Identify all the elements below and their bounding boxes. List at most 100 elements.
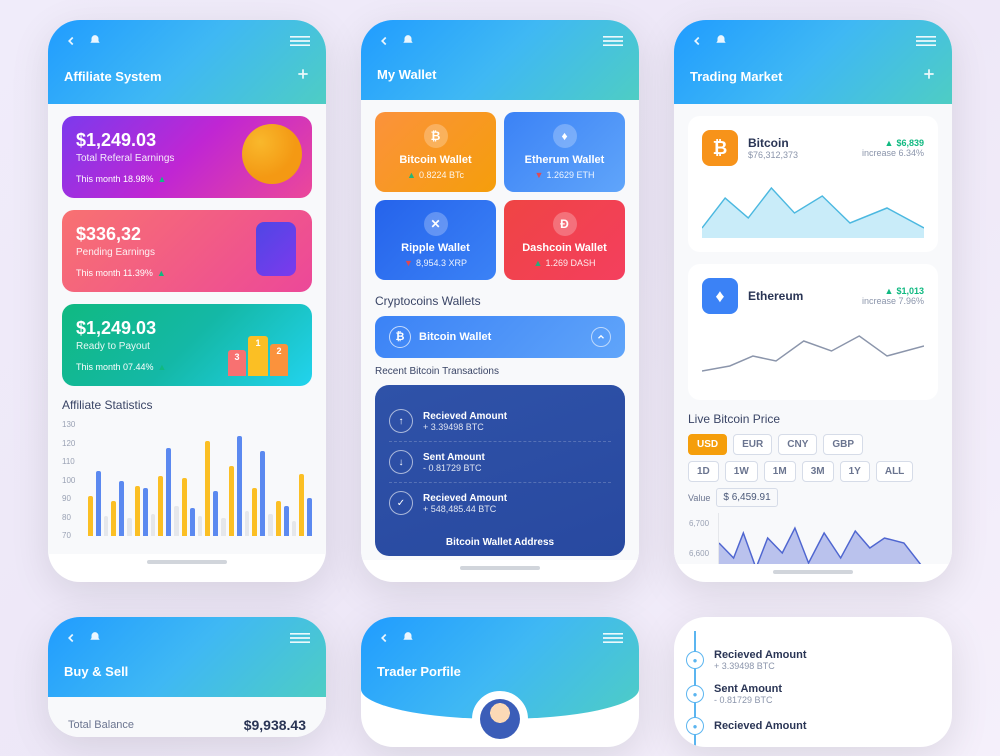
- wallet-amount: ▼8,954.3 XRP: [385, 258, 486, 268]
- coin-change-text: increase 7.96%: [862, 296, 924, 306]
- period-chip-1m[interactable]: 1M: [764, 461, 796, 482]
- avatar[interactable]: [472, 691, 528, 747]
- wallet-card-dashcoin[interactable]: Ð Dashcoin Wallet ▲1.269 DASH: [504, 200, 625, 280]
- back-icon[interactable]: [690, 34, 704, 53]
- phone-trading: Trading Market ₿ Bitcoin $76,312,373 ▲$6…: [674, 20, 952, 582]
- coin-name: Ethereum: [748, 289, 803, 303]
- dashcoin-icon: Ð: [553, 212, 577, 236]
- bell-icon[interactable]: [714, 34, 728, 53]
- transaction-row[interactable]: ↑Recieved Amount+ 3.39498 BTC: [389, 401, 611, 442]
- tx-icon: ↓: [389, 450, 413, 474]
- wallet-card-ethereum[interactable]: ♦ Etherum Wallet ▼1.2629 ETH: [504, 112, 625, 192]
- wallet-name: Etherum Wallet: [514, 154, 615, 166]
- transaction-row[interactable]: ↓ Sent Amount- 0.81729 BTC: [389, 442, 611, 483]
- wallet-amount: ▲1.269 DASH: [514, 258, 615, 268]
- podium-icon: 3 1 2: [228, 336, 298, 386]
- back-icon[interactable]: [377, 34, 391, 53]
- tx-label: Sent Amount: [714, 683, 782, 695]
- wallet-amount: ▼1.2629 ETH: [514, 170, 615, 180]
- page-title: Trader Porfile: [377, 664, 461, 679]
- person-icon: [480, 699, 520, 739]
- medal-icon: [242, 124, 302, 184]
- timeline-row[interactable]: ●Recieved Amount: [710, 711, 938, 741]
- menu-icon[interactable]: [290, 34, 310, 53]
- menu-icon[interactable]: [603, 631, 623, 650]
- tx-amount: + 548,485.44 BTC: [423, 504, 507, 514]
- currency-chip-eur[interactable]: EUR: [733, 434, 772, 455]
- coin-card-ethereum[interactable]: ♦ Ethereum ▲$1,013 increase 7.96%: [688, 264, 938, 400]
- phone-header: Buy & Sell: [48, 617, 326, 697]
- phone-transactions: ●Recieved Amount+ 3.39498 BTC●Sent Amoun…: [674, 617, 952, 747]
- coin-change: ▲$1,013: [862, 286, 924, 296]
- home-indicator: [147, 560, 227, 564]
- menu-icon[interactable]: [290, 631, 310, 650]
- phone-illustration: [256, 222, 296, 276]
- currency-chip-gbp[interactable]: GBP: [823, 434, 863, 455]
- tx-label: Recieved Amount: [714, 649, 807, 661]
- home-indicator: [773, 570, 853, 574]
- tx-label: Recieved Amount: [423, 411, 507, 422]
- phone-trader: Trader Porfile: [361, 617, 639, 747]
- live-price-chart: 6,700 6,600 6,500: [718, 513, 938, 564]
- plus-icon[interactable]: [922, 67, 936, 86]
- bitcoin-icon: ₿: [702, 130, 738, 166]
- period-chip-1d[interactable]: 1D: [688, 461, 719, 482]
- wallet-card-bitcoin[interactable]: ₿ Bitcoin Wallet ▲0.8224 BTc: [375, 112, 496, 192]
- timeline-dot-icon: ●: [686, 717, 704, 735]
- period-selector: 1D 1W 1M 3M 1Y ALL: [688, 461, 938, 482]
- affiliate-card-pending[interactable]: $336,32 Pending Earnings This month 11.3…: [62, 210, 312, 292]
- home-indicator: [460, 566, 540, 570]
- bell-icon[interactable]: [401, 631, 415, 650]
- phone-wallet: My Wallet ₿ Bitcoin Wallet ▲0.8224 BTc ♦…: [361, 20, 639, 582]
- tx-icon: ✓: [389, 491, 413, 515]
- back-icon[interactable]: [64, 34, 78, 53]
- currency-chip-usd[interactable]: USD: [688, 434, 727, 455]
- btc-area-chart: [702, 178, 924, 238]
- transaction-panel: ↑Recieved Amount+ 3.39498 BTC↓Sent Amoun…: [375, 385, 625, 556]
- coin-change: ▲$6,839: [862, 138, 924, 148]
- page-title: Trading Market: [690, 69, 782, 84]
- menu-icon[interactable]: [603, 34, 623, 53]
- tx-icon: ↑: [389, 409, 413, 433]
- balance-amount: $9,938.43: [244, 717, 306, 733]
- live-price-title: Live Bitcoin Price: [688, 412, 938, 426]
- timeline-row[interactable]: ●Sent Amount- 0.81729 BTC: [710, 677, 938, 711]
- tx-amount: - 0.81729 BTC: [423, 463, 485, 473]
- period-chip-1w[interactable]: 1W: [725, 461, 758, 482]
- wallet-card-ripple[interactable]: ✕ Ripple Wallet ▼8,954.3 XRP: [375, 200, 496, 280]
- bell-icon[interactable]: [401, 34, 415, 53]
- wallet-amount: ▲0.8224 BTc: [385, 170, 486, 180]
- back-icon[interactable]: [64, 631, 78, 650]
- value-amount: $ 6,459.91: [716, 488, 777, 507]
- ethereum-icon: ♦: [553, 124, 577, 148]
- chevron-up-icon: [591, 327, 611, 347]
- tx-label: Recieved Amount: [714, 720, 807, 732]
- accordion-label: Bitcoin Wallet: [419, 331, 491, 343]
- period-chip-1y[interactable]: 1Y: [840, 461, 870, 482]
- coin-card-bitcoin[interactable]: ₿ Bitcoin $76,312,373 ▲$6,839 increase 6…: [688, 116, 938, 252]
- value-display: Value $ 6,459.91: [688, 488, 938, 507]
- accordion-bitcoin-wallet[interactable]: ₿ Bitcoin Wallet: [375, 316, 625, 358]
- phone-buysell: Buy & Sell Total Balance $9,938.43: [48, 617, 326, 737]
- bell-icon[interactable]: [88, 631, 102, 650]
- coin-price: $76,312,373: [748, 150, 798, 160]
- transaction-timeline: ●Recieved Amount+ 3.39498 BTC●Sent Amoun…: [694, 631, 952, 747]
- timeline-row[interactable]: ●Recieved Amount+ 3.39498 BTC: [710, 643, 938, 677]
- period-chip-all[interactable]: ALL: [876, 461, 913, 482]
- section-title: Cryptocoins Wallets: [375, 294, 625, 308]
- plus-icon[interactable]: [296, 67, 310, 86]
- balance-label: Total Balance: [68, 719, 134, 731]
- tx-amount: + 3.39498 BTC: [714, 661, 807, 671]
- currency-chip-cny[interactable]: CNY: [778, 434, 817, 455]
- period-chip-3m[interactable]: 3M: [802, 461, 834, 482]
- wallet-name: Dashcoin Wallet: [514, 242, 615, 254]
- menu-icon[interactable]: [916, 34, 936, 53]
- phone-affiliate: Affiliate System $1,249.03 Total Referal…: [48, 20, 326, 582]
- bell-icon[interactable]: [88, 34, 102, 53]
- phone-header: My Wallet: [361, 20, 639, 100]
- affiliate-card-payout[interactable]: $1,249.03 Ready to Payout This month 07.…: [62, 304, 312, 386]
- affiliate-card-referral[interactable]: $1,249.03 Total Referal Earnings This mo…: [62, 116, 312, 198]
- back-icon[interactable]: [377, 631, 391, 650]
- transaction-row[interactable]: ✓Recieved Amount+ 548,485.44 BTC: [389, 483, 611, 523]
- tx-label: Sent Amount: [423, 452, 485, 463]
